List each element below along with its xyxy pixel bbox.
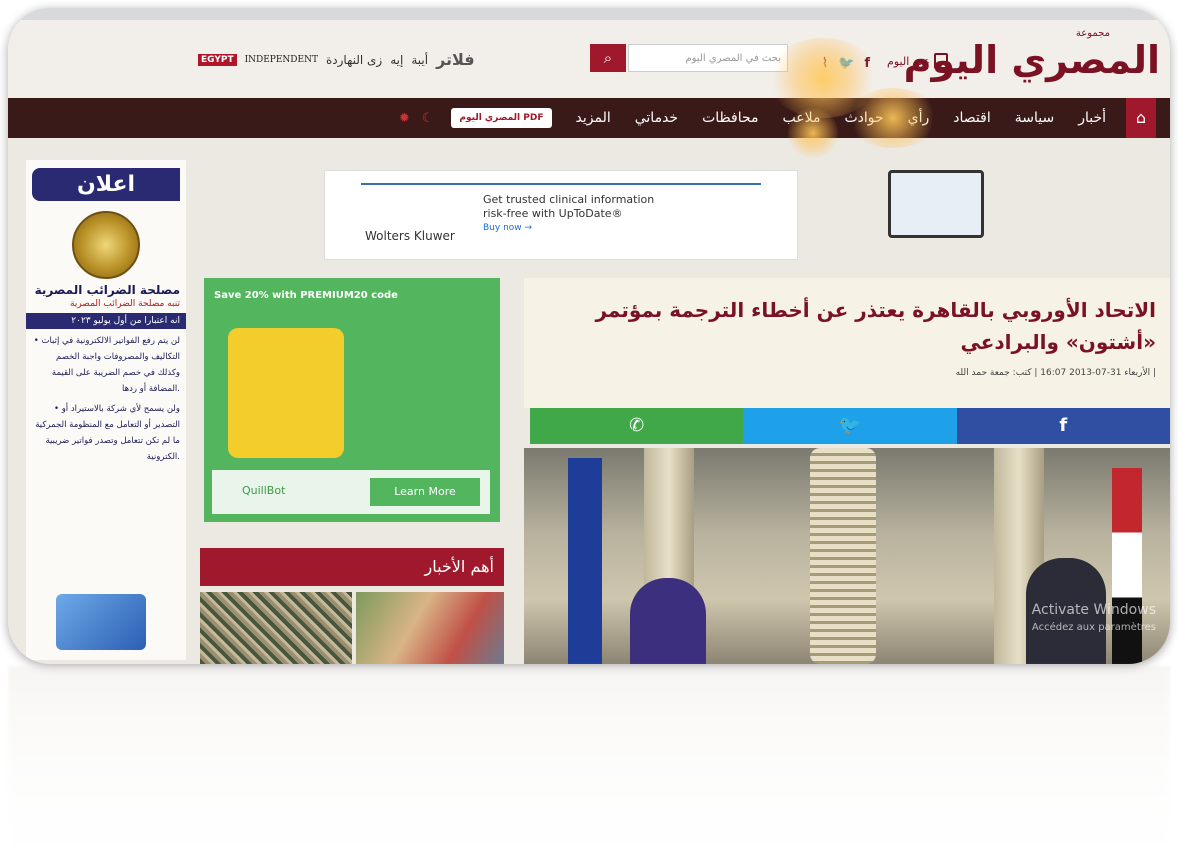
sidebar-text-2: • ولن يسمح لأي شركة بالاستيراد أو التصدي… <box>35 404 180 462</box>
share-bar: ✆ 🐦 f <box>530 408 1170 444</box>
nav-politics[interactable]: سياسة <box>1015 110 1054 126</box>
sidebar-date-note: انه اعتبارا من أول يوليو ٢٠٢٣ <box>26 313 186 329</box>
article-headline: الاتحاد الأوروبي بالقاهرة يعتذر عن أخطاء… <box>595 298 1156 354</box>
whatsapp-icon: ✆ <box>629 415 645 436</box>
news-thumbnail[interactable] <box>200 592 352 664</box>
quillbot-ad[interactable]: Save 20% with PREMIUM20 code QuillBot Le… <box>204 278 500 522</box>
news-thumbnail[interactable] <box>356 592 504 664</box>
chandelier <box>810 448 876 664</box>
site-header: مجموعة المصري اليوم عدد اليوم ⌇ 🐦 f بحث … <box>8 20 1170 98</box>
twitter-icon: 🐦 <box>838 415 862 436</box>
nav-news[interactable]: أخبار <box>1078 110 1106 126</box>
search-icon: ⌕ <box>603 49 613 67</box>
social-links: ⌇ 🐦 f <box>822 56 870 71</box>
home-icon[interactable]: ⌂ <box>1126 98 1156 138</box>
quillbot-ad-headline: Save 20% with PREMIUM20 code <box>214 290 398 301</box>
notebook-graphic-icon <box>228 328 344 458</box>
eih-link[interactable]: إيه <box>390 53 403 67</box>
ad-brand: Wolters Kluwer <box>365 229 455 243</box>
watermark-line-2: Accédez aux paramètres <box>1031 622 1156 633</box>
facebook-icon: f <box>1059 415 1068 436</box>
browser-address-bar[interactable] <box>8 8 1170 20</box>
newspaper-icon <box>934 53 948 69</box>
ad-heading: اعلان <box>32 168 180 201</box>
eu-flag <box>568 458 602 664</box>
sidebar-text-1: • لن يتم رفع الفواتير الالكترونية في إثب… <box>33 336 180 394</box>
screen-photo: مجموعة المصري اليوم عدد اليوم ⌇ 🐦 f بحث … <box>8 8 1170 664</box>
ad-line-1: Get trusted clinical information <box>483 193 655 206</box>
settings-icon[interactable]: ✹ <box>399 111 410 126</box>
nav-economy[interactable]: اقتصاد <box>953 110 990 126</box>
ad-copy: Get trusted clinical information risk-fr… <box>483 193 654 235</box>
independent-label[interactable]: INDEPENDENT <box>245 55 318 65</box>
whatsapp-share-button[interactable]: ✆ <box>530 408 744 444</box>
article-header: الاتحاد الأوروبي بالقاهرة يعتذر عن أخطاء… <box>524 278 1170 408</box>
nav-sports[interactable]: ملاعب <box>783 110 821 126</box>
aiba-link[interactable]: أيبة <box>411 53 428 67</box>
quillbot-ad-footer: QuillBot Learn More <box>212 470 490 514</box>
quillbot-logo: QuillBot <box>242 484 286 497</box>
article-byline: الأربعاء 31-07-2013 16:07 | كتب: جمعة حم… <box>955 368 1156 378</box>
todays-edition-link[interactable]: عدد اليوم <box>887 53 948 69</box>
watermark-line-1: Activate Windows <box>1031 602 1156 618</box>
speaker-left <box>630 578 706 664</box>
partner-links: EGYPT INDEPENDENT زى النهاردة إيه أيبة ف… <box>198 50 475 69</box>
sidebar-subtitle: تنبه مصلحة الضرائب المصرية <box>70 299 180 309</box>
banner-ad[interactable]: Wolters Kluwer Get trusted clinical info… <box>324 170 798 260</box>
nav-opinion[interactable]: رأي <box>908 110 930 126</box>
moon-icon[interactable]: ☾ <box>422 111 434 126</box>
twitter-icon[interactable]: 🐦 <box>838 56 854 71</box>
edition-label: عدد اليوم <box>887 54 930 68</box>
main-nav: ⌂ أخبار سياسة اقتصاد رأي حوادث ملاعب محا… <box>8 98 1170 138</box>
top-news-heading[interactable]: أهم الأخبار <box>200 548 504 586</box>
learn-more-button[interactable]: Learn More <box>370 478 480 506</box>
nav-services[interactable]: خدماتي <box>635 110 678 126</box>
article-photo: Activate Windows Accédez aux paramètres <box>524 448 1170 664</box>
reflection-image <box>8 666 1170 850</box>
flater-link[interactable]: فلاتر <box>436 50 475 69</box>
nav-more[interactable]: المزيد <box>576 110 611 126</box>
activation-watermark: Activate Windows Accédez aux paramètres <box>1032 602 1156 636</box>
sidebar-title: مصلحة الضرائب المصرية <box>34 283 180 297</box>
nav-incidents[interactable]: حوادث <box>844 110 883 126</box>
zay-elnaharda-link[interactable]: زى النهاردة <box>326 53 382 67</box>
nav-governorates[interactable]: محافظات <box>702 110 758 126</box>
pdf-edition-button[interactable]: المصري اليوم PDF <box>451 108 552 128</box>
screen-reflection <box>8 666 1170 850</box>
ad-line-2: risk-free with UpToDate® <box>483 207 623 220</box>
rss-icon[interactable]: ⌇ <box>822 56 828 71</box>
search-button[interactable]: ⌕ <box>590 44 626 72</box>
monitor-graphic-icon <box>888 170 984 238</box>
tax-authority-seal-icon <box>72 211 140 279</box>
facebook-icon[interactable]: f <box>864 56 870 71</box>
egypt-independent-badge[interactable]: EGYPT <box>198 53 237 66</box>
facebook-share-button[interactable]: f <box>956 408 1170 444</box>
twitter-share-button[interactable]: 🐦 <box>743 408 957 444</box>
search-input[interactable]: بحث في المصري اليوم <box>628 44 788 72</box>
ad-cta[interactable]: Buy now → <box>483 221 654 235</box>
laptop-graphic-icon <box>56 594 146 650</box>
sidebar-ad[interactable]: اعلان مصلحة الضرائب المصرية تنبه مصلحة ا… <box>26 160 186 660</box>
ad-divider <box>361 183 761 185</box>
